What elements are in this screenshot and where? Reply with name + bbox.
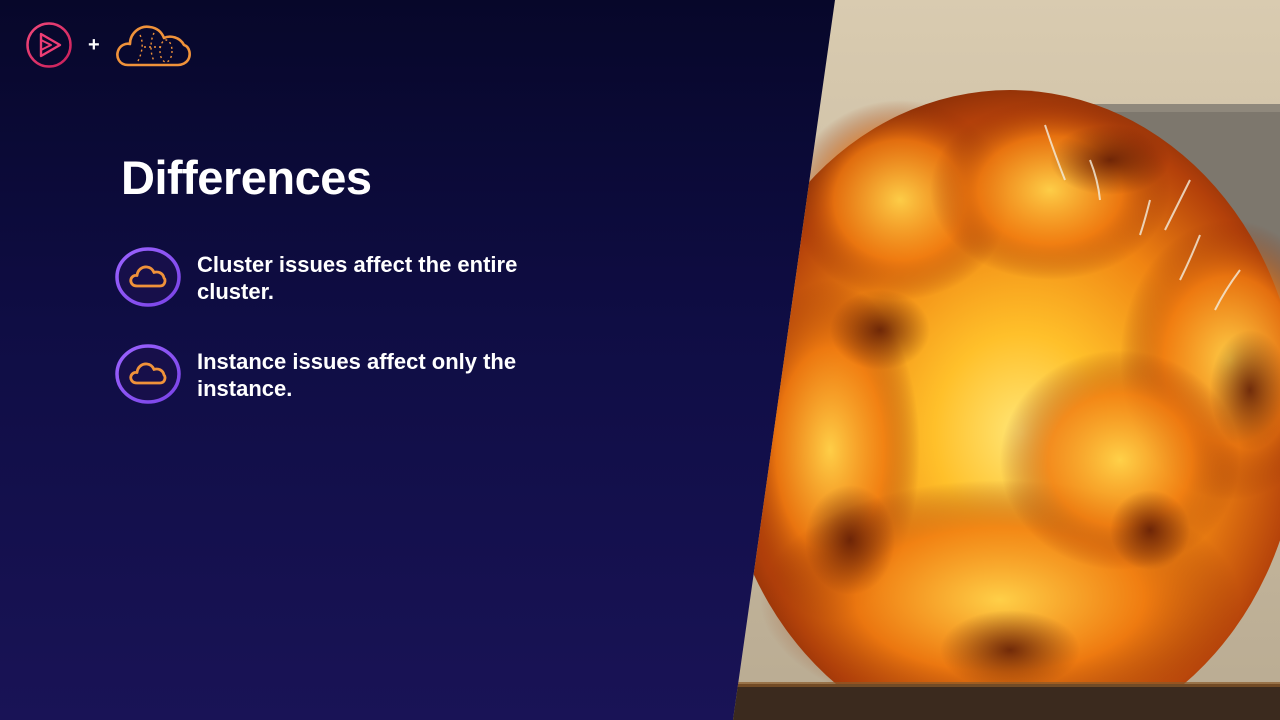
cloud-logo-icon — [115, 25, 191, 67]
bullet-item: Instance issues affect only the instance… — [115, 344, 557, 404]
bullet-item: Cluster issues affect the entire cluster… — [115, 247, 557, 307]
bullet-text: Cluster issues affect the entire cluster… — [197, 252, 518, 304]
slide-title: Differences — [121, 151, 372, 204]
bullet-text: Instance issues affect only the instance… — [197, 349, 517, 401]
logo-separator: + — [88, 34, 100, 56]
play-logo-icon — [26, 22, 72, 68]
cloud-icon — [115, 344, 181, 404]
brand-logos: + — [26, 21, 192, 69]
slide: + Differences Cluster issues affect the … — [0, 0, 1280, 720]
cloud-icon — [115, 247, 181, 307]
